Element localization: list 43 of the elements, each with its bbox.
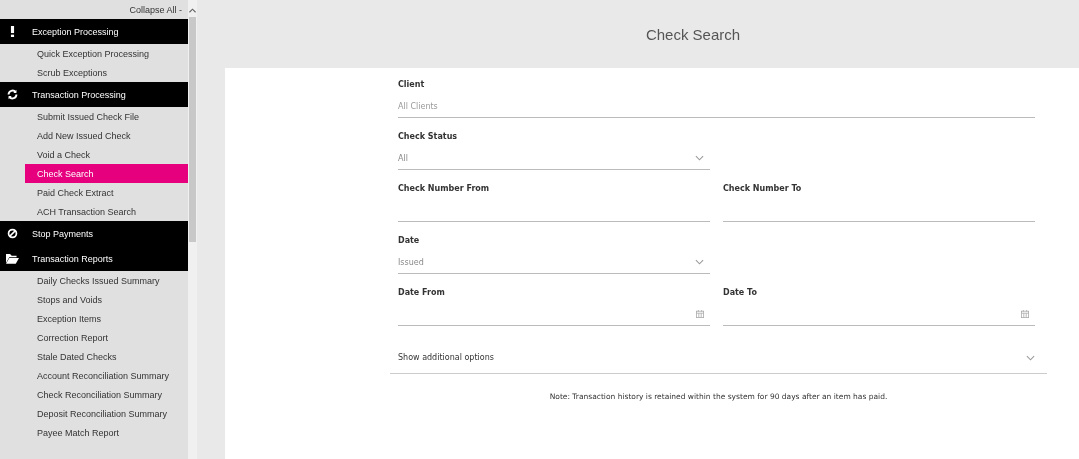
scroll-up-icon[interactable] bbox=[189, 8, 196, 13]
field-label: Check Number To bbox=[723, 184, 803, 193]
menu-group-header[interactable]: Transaction Reports bbox=[0, 246, 188, 271]
field-label: Check Status bbox=[398, 132, 459, 141]
menu-item[interactable]: Exception Items bbox=[25, 309, 188, 328]
menu-item[interactable]: Check Search bbox=[25, 164, 188, 183]
menu-item[interactable]: Paid Check Extract bbox=[25, 183, 188, 202]
menu-item[interactable]: Deposit Reconciliation Summary bbox=[25, 404, 188, 423]
menu-item[interactable]: Submit Issued Check File bbox=[25, 107, 188, 126]
folder-icon bbox=[6, 253, 19, 264]
scrollbar-thumb[interactable] bbox=[189, 17, 196, 242]
refresh-icon bbox=[6, 89, 19, 100]
calendar-icon bbox=[696, 310, 704, 318]
menu-group-header[interactable]: Exception Processing bbox=[0, 19, 188, 44]
field-label: Check Number From bbox=[398, 184, 491, 193]
page-title: Check Search bbox=[644, 25, 741, 43]
menu-item[interactable]: Correction Report bbox=[25, 328, 188, 347]
field-label: Client bbox=[398, 80, 426, 89]
field-label: Date To bbox=[723, 288, 758, 297]
menu-group-header[interactable]: Transaction Processing bbox=[0, 82, 188, 107]
select-field[interactable]: Issued bbox=[398, 251, 710, 274]
menu-item[interactable]: Payee Match Report bbox=[25, 423, 188, 442]
chevron-down-icon bbox=[695, 155, 704, 161]
menu-item[interactable]: Scrub Exceptions bbox=[25, 63, 188, 82]
menu-item[interactable]: Stale Dated Checks bbox=[25, 347, 188, 366]
menu-item[interactable]: Void a Check bbox=[25, 145, 188, 164]
field-label: Date bbox=[398, 236, 421, 245]
show-options-toggle[interactable]: Show additional options bbox=[390, 342, 1047, 374]
menu-item[interactable]: Stops and Voids bbox=[25, 290, 188, 309]
select-field[interactable]: All bbox=[398, 147, 710, 170]
prohibited-icon bbox=[6, 228, 19, 239]
menu-item[interactable]: Quick Exception Processing bbox=[25, 44, 188, 63]
menu-item[interactable]: Check Reconciliation Summary bbox=[25, 385, 188, 404]
menu-group-header[interactable]: Stop Payments bbox=[0, 221, 188, 246]
menu-item[interactable]: Add New Issued Check bbox=[25, 126, 188, 145]
menu-item[interactable]: ACH Transaction Search bbox=[25, 202, 188, 221]
calendar-icon bbox=[1021, 310, 1029, 318]
scrollbar[interactable] bbox=[188, 0, 197, 459]
menu-item[interactable]: Account Reconciliation Summary bbox=[25, 366, 188, 385]
field-label: Date From bbox=[398, 288, 446, 297]
menu-item[interactable]: Daily Checks Issued Summary bbox=[25, 271, 188, 290]
chevron-down-icon bbox=[695, 259, 704, 265]
collapse-all-link[interactable]: Collapse All - bbox=[129, 4, 182, 15]
